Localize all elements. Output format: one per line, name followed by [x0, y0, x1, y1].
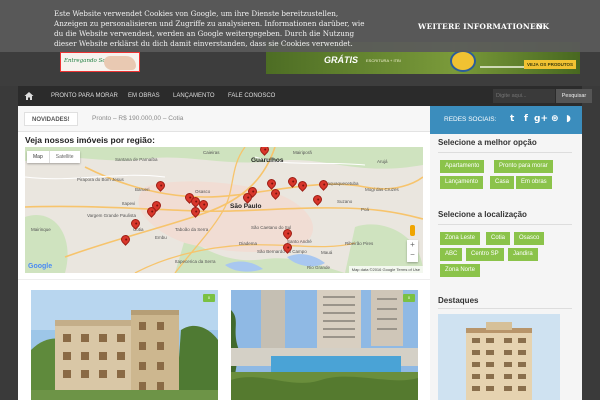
twitter-icon[interactable]: t: [510, 114, 514, 124]
map-label-embu: Embu: [155, 235, 167, 240]
map-label-guarulhos: Guarulhos: [251, 157, 284, 164]
map-label-itapecerica: Itapecerica da Serra: [175, 259, 216, 264]
ad-right-subtext: ESCRITURA + ITBI: [366, 58, 401, 63]
cookie-text: Este Website verwendet Cookies von Googl…: [54, 9, 365, 48]
nav-item-em-obras[interactable]: EM OBRAS: [128, 86, 160, 106]
map-label-itaquaquecetuba: Itaquaquecetuba: [325, 181, 359, 186]
featured-title: Destaques: [438, 296, 479, 305]
tag-osasco[interactable]: Osasco: [514, 232, 545, 245]
nav-item-pronto-para-morar[interactable]: PRONTO PARA MORAR: [51, 86, 118, 106]
map-label-santo-andre: Santo André: [287, 239, 312, 244]
map-title: Veja nossos imóveis por região:: [25, 135, 155, 145]
cookie-more-info-link[interactable]: WEITERE INFORMATIONEN: [418, 22, 543, 31]
search-button[interactable]: Pesquisar: [556, 89, 592, 103]
map-label-mairinque: Mairinque: [31, 227, 51, 232]
property-card[interactable]: 0: [231, 290, 418, 400]
tag-pronto-para-morar[interactable]: Pronto para morar: [494, 160, 553, 173]
tag-zona-norte[interactable]: Zona Norte: [440, 264, 481, 277]
map-label-vargem: Vargem Grande Paulista: [87, 213, 136, 218]
nav-item-lancamento[interactable]: LANÇAMENTO: [173, 86, 215, 106]
street-view-pegman-icon[interactable]: [410, 225, 415, 236]
news-ticker: NOVIDADES! Pronto – R$ 190.000,00 – Coti…: [18, 106, 430, 132]
tag-abc[interactable]: ABC: [440, 248, 463, 261]
nav-item-fale-conosco[interactable]: FALE CONOSCO: [228, 86, 275, 106]
comment-count-badge: 0: [203, 294, 215, 302]
cookie-ok-button[interactable]: OK: [536, 22, 549, 31]
google-plus-icon[interactable]: g+: [534, 114, 548, 124]
location-title: Selecione a localização: [438, 210, 527, 219]
tag-em-obras[interactable]: Em obras: [516, 176, 552, 189]
map-label-taboao: Taboão da Serra: [175, 227, 209, 232]
map-label-suzano: Suzano: [337, 199, 353, 204]
search-input[interactable]: [493, 89, 555, 103]
map-label-ribeirao-pires: Ribeirão Pires: [345, 241, 374, 246]
dribbble-icon[interactable]: ⊛: [551, 114, 559, 124]
map-label-mogi: Mogi das Cruzes: [365, 187, 399, 192]
social-title: REDES SOCIAIS:: [444, 116, 497, 123]
map-label-sao-paulo: São Paulo: [230, 203, 262, 210]
map-type-tabs: Map Satellite: [27, 151, 80, 163]
google-logo: Google: [28, 263, 53, 270]
comment-count-badge: 0: [403, 294, 415, 302]
map-label-mairipora: Mairiporã: [293, 150, 312, 155]
map-attribution[interactable]: Map data ©2016 Google Terms of Use: [348, 266, 423, 273]
home-icon[interactable]: [24, 91, 34, 101]
map-label-itapevi: Itapevi: [122, 201, 136, 206]
option-title: Selecione a melhor opção: [438, 138, 537, 147]
tag-jandira[interactable]: Jandira: [508, 248, 538, 261]
property-photo: [31, 290, 218, 400]
map-tab-satellite[interactable]: Satellite: [48, 151, 80, 163]
sidebar: REDES SOCIAIS: t f g+ ⊛ ◗ Selecione a me…: [430, 106, 582, 400]
hand-image: [104, 56, 136, 70]
map-label-sao-bernardo: São Bernardo do Campo: [257, 249, 307, 254]
ad-logo: [450, 50, 476, 72]
map-label-caieiras: Caieiras: [203, 150, 220, 155]
map-label-diadema: Diadema: [239, 241, 258, 246]
divider: [18, 279, 430, 280]
tag-centro-sp[interactable]: Centro SP: [466, 248, 504, 261]
map-label-pirapora: Pirapora do Bom Jesus: [77, 177, 124, 182]
map-label-rio-grande: Rio Grande: [307, 265, 331, 270]
tag-apartamento[interactable]: Apartamento: [440, 160, 485, 173]
property-card[interactable]: 0: [31, 290, 218, 400]
zoom-control[interactable]: + −: [407, 240, 418, 262]
ad-veja-produtos-button[interactable]: VEJA OS PRODUTOS: [523, 60, 576, 69]
featured-property-image[interactable]: [438, 314, 560, 400]
facebook-icon[interactable]: f: [524, 114, 528, 124]
tag-zona-leste[interactable]: Zona Leste: [440, 232, 481, 245]
rss-icon[interactable]: ◗: [566, 114, 571, 124]
main-nav: PRONTO PARA MORAR EM OBRAS LANÇAMENTO FA…: [18, 86, 592, 106]
map-label-barueri: Barueri: [135, 187, 150, 192]
map-label-osasco: Osasco: [195, 189, 211, 194]
region-map[interactable]: Map Satellite Guarulhos São Paulo Baruer…: [25, 147, 423, 273]
map-label-poa: Poá: [361, 207, 370, 212]
tag-casa[interactable]: Casa: [490, 176, 515, 189]
news-item-link[interactable]: Pronto – R$ 190.000,00 – Cotia: [92, 112, 183, 126]
header-ad-left[interactable]: Entregando Sonhos!: [60, 52, 140, 72]
cookie-consent-bar: Este Website verwendet Cookies von Googl…: [0, 0, 600, 52]
property-photo: [231, 290, 418, 400]
news-label: NOVIDADES!: [24, 112, 78, 126]
tag-lancamento[interactable]: Lançamento: [440, 176, 484, 189]
map-tab-map[interactable]: Map: [27, 151, 49, 163]
main-content: NOVIDADES! Pronto – R$ 190.000,00 – Coti…: [18, 106, 430, 400]
map-label-santana: Santana de Parnaíba: [115, 157, 158, 162]
tag-cotia[interactable]: Cotia: [486, 232, 511, 245]
social-bar: REDES SOCIAIS: t f g+ ⊛ ◗: [430, 106, 582, 134]
map-label-aruja: Arujá: [377, 159, 388, 164]
map-label-maua: Mauá: [321, 250, 333, 255]
ad-right-headline: GRÁTIS: [324, 55, 359, 65]
